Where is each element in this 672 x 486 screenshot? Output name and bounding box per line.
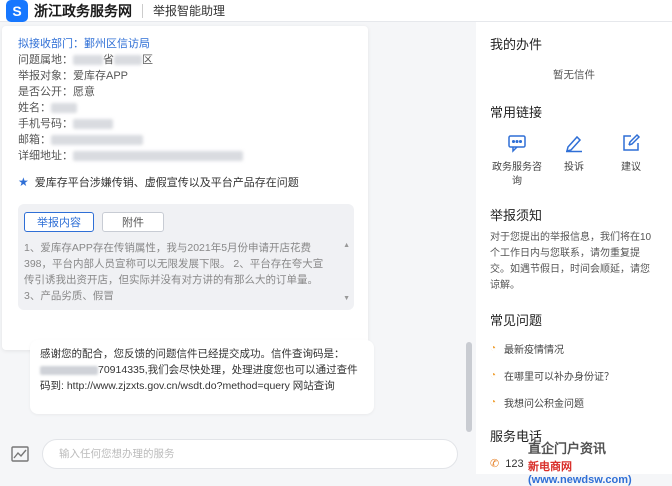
links-title: 常用链接 [490,105,543,120]
reporter-phone: 手机号码： [18,116,352,132]
location-district: 区 [142,54,153,66]
redacted-address [73,151,243,162]
assistant-reply-message: 感谢您的配合，您反馈的问题信件已经提交成功。信件查询码是：70914335,我们… [30,340,374,414]
link-suggestion[interactable]: 建议 [606,133,656,189]
scroll-up-icon[interactable]: ▲ [343,242,350,249]
watermark-line2: 新电商网(www.newdsw.com) [528,458,672,486]
reporter-name: 姓名： [18,100,352,116]
summary-text: 爱库存平台涉嫌传销、虚假宣传以及平台产品存在问题 [34,177,299,189]
detail-tabs: 举报内容 附件 [24,212,348,232]
common-links: 政务服务咨询 投诉 建议 [490,133,658,189]
redacted-phone [73,119,113,130]
problem-location: 问题属地： 省 区 [18,52,352,68]
address-label: 详细地址： [18,150,73,162]
redacted-city [114,55,142,66]
tab-report-content[interactable]: 举报内容 [24,212,94,232]
faq-bubble-icon: ◔ [490,343,497,354]
my-tasks-title: 我的办件 [490,37,543,52]
link-consult[interactable]: 政务服务咨询 [492,133,542,189]
link-complaint[interactable]: 投诉 [549,133,599,189]
redacted-name [51,103,77,114]
pen-icon [565,135,582,153]
reporter-address: 详细地址： [18,148,352,164]
reply-line1: 感谢您的配合，您反馈的问题信件已经提交成功。信件查询码是： [40,348,345,360]
site-name[interactable]: 浙江政务服务网 [34,1,132,21]
chat-area: 拟接收部门：鄞州区信访局 问题属地： 省 区 举报对象：爱库存APP 是否公开：愿意… [0,22,476,474]
service-search-input[interactable] [42,439,458,469]
location-province: 省 [103,54,114,66]
scroll-down-icon[interactable]: ▼ [343,295,350,302]
name-label: 姓名： [18,102,51,114]
input-bar [0,434,476,474]
reporter-email: 邮箱： [18,132,352,148]
chart-icon[interactable] [10,444,30,464]
faq-item[interactable]: ◔ 在哪里可以补办身份证？ [490,368,658,383]
edit-square-icon [623,133,641,151]
my-tasks-empty: 暂无信件 [553,69,595,81]
watermark-brand: 新电商网 [528,461,572,473]
report-summary-card: 拟接收部门：鄞州区信访局 问题属地： 省 区 举报对象：爱库存APP 是否公开：愿意… [2,26,368,350]
phone-icon: ✆ [490,458,500,470]
report-detail-box: 举报内容 附件 1、爱库存APP存在传销属性，我与2021年5月份申请开店花费3… [18,204,354,310]
right-sidebar: 我的办件 暂无信件 常用链接 政务服务咨询 投诉 建议 举报须知 对于您提出的举… [476,22,672,474]
chat-scrollbar[interactable] [466,342,472,432]
faq-bubble-icon: ◔ [490,370,497,381]
report-summary: ★ 爱库存平台涉嫌传销、虚假宣传以及平台产品存在问题 [18,174,352,190]
site-logo-icon[interactable]: S [6,0,28,22]
watermark-url: (www.newdsw.com) [528,474,632,486]
faq-text: 最新疫情情况 [504,345,565,356]
link-consult-label: 政务服务咨询 [492,162,542,187]
report-detail-text: 1、爱库存APP存在传销属性，我与2021年5月份申请开店花费398，平台内部人… [24,242,324,302]
phone-value: 123 [505,457,524,470]
star-icon: ★ [18,175,29,189]
chat-bubble-icon [508,135,526,153]
notice-text: 对于您提出的举报信息，我们将在10个工作日内与您联系，请勿重复提交。如遇节假日，… [490,232,652,291]
top-header: S 浙江政务服务网 举报智能助理 [0,0,672,22]
receiving-dept: 拟接收部门：鄞州区信访局 [18,38,150,50]
redacted-query-code [40,365,98,375]
faq-item[interactable]: ◔ 最新疫情情况 [490,341,658,356]
link-complaint-label: 投诉 [564,162,584,173]
faq-item[interactable]: ◔ 我想问公积金问题 [490,395,658,410]
report-target: 举报对象：爱库存APP [18,70,129,82]
phone-label: 手机号码： [18,118,73,130]
assistant-title: 举报智能助理 [153,4,226,18]
watermark-line1: 直企门户资讯 [528,441,607,456]
link-suggestion-label: 建议 [621,162,641,173]
faq-title: 常见问题 [490,313,543,328]
faq-text: 在哪里可以补办身份证？ [504,372,615,383]
faq-text: 我想问公积金问题 [504,399,585,410]
notice-title: 举报须知 [490,208,543,223]
tab-attachments[interactable]: 附件 [102,212,164,232]
redacted-email [51,135,143,146]
header-divider [142,3,143,18]
is-public: 是否公开：愿意 [18,86,95,98]
location-label: 问题属地： [18,54,73,66]
faq-bubble-icon: ◔ [490,397,497,408]
email-label: 邮箱： [18,134,51,146]
redacted-province [73,55,103,66]
